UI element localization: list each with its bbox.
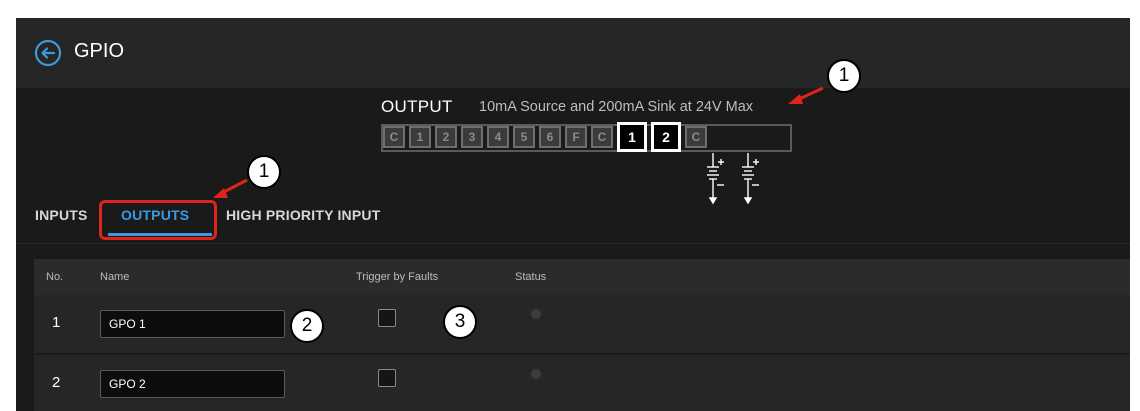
callout-arrows	[213, 86, 824, 198]
screenshot-frame: GPIO OUTPUT 10mA Source and 200mA Sink a…	[0, 0, 1140, 411]
callout-1-output-spec: 1	[827, 59, 861, 93]
callout-3-trigger: 3	[443, 305, 477, 339]
callout-2-name-field: 2	[290, 309, 324, 343]
callout-1-outputs-tab: 1	[247, 155, 281, 189]
